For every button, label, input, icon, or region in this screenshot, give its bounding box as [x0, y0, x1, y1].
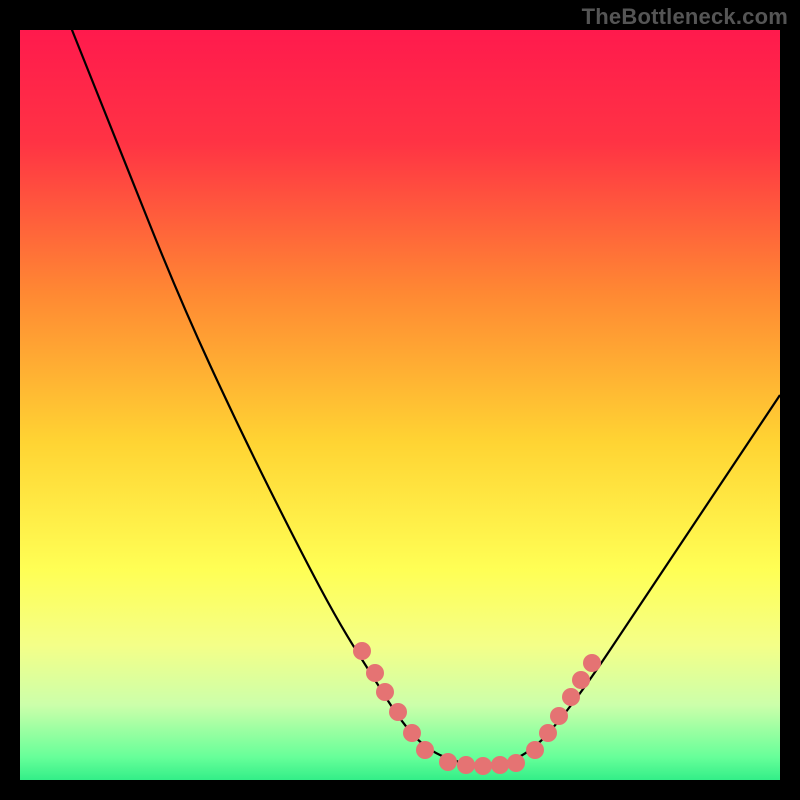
highlight-dot	[376, 683, 394, 701]
highlight-dot	[366, 664, 384, 682]
watermark-label: TheBottleneck.com	[582, 4, 788, 30]
gradient-background	[20, 30, 780, 780]
highlight-dot	[507, 754, 525, 772]
highlight-dot	[562, 688, 580, 706]
highlight-dot	[539, 724, 557, 742]
highlight-dot	[403, 724, 421, 742]
highlight-dot	[389, 703, 407, 721]
highlight-dot	[439, 753, 457, 771]
highlight-dot	[457, 756, 475, 774]
highlight-dot	[572, 671, 590, 689]
highlight-dot	[526, 741, 544, 759]
highlight-dot	[416, 741, 434, 759]
highlight-dot	[583, 654, 601, 672]
highlight-dot	[474, 757, 492, 775]
bottleneck-chart	[0, 0, 800, 800]
highlight-dot	[491, 756, 509, 774]
highlight-dot	[353, 642, 371, 660]
highlight-dot	[550, 707, 568, 725]
